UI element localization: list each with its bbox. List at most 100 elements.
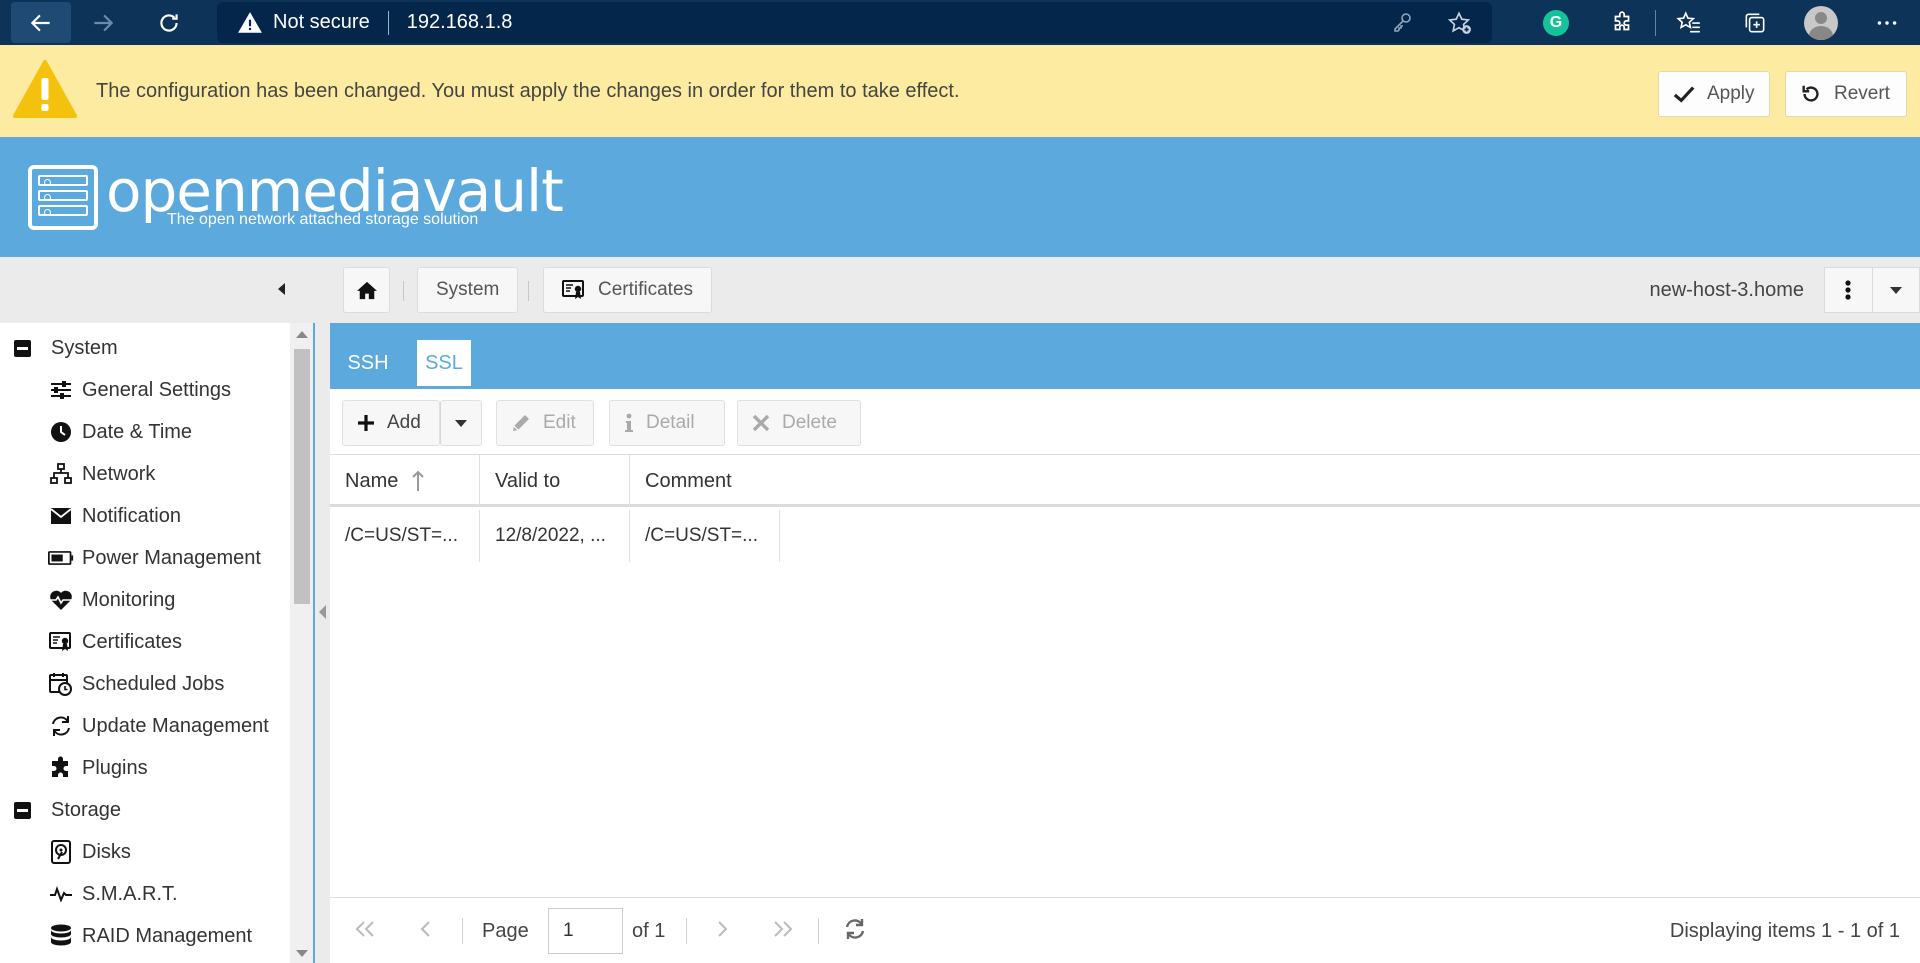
sidebar-item-disks[interactable]: Disks [48, 831, 131, 873]
browser-menu-button[interactable] [1854, 0, 1920, 45]
hostname-label: new-host-3.home [1649, 279, 1804, 301]
home-button[interactable] [343, 267, 390, 313]
database-icon [48, 924, 74, 948]
warning-icon [13, 60, 77, 118]
collapse-sidebar-icon[interactable] [272, 277, 292, 301]
add-favorite-icon[interactable] [1446, 10, 1472, 36]
detail-label: Detail [646, 412, 695, 433]
add-button[interactable]: Add [342, 400, 440, 446]
detail-button[interactable]: Detail [609, 400, 725, 446]
collections-button[interactable] [1722, 0, 1788, 45]
user-menu[interactable] [1824, 267, 1920, 313]
cell-comment: /C=US/ST=... [630, 510, 780, 562]
sidebar-item-network[interactable]: Network [48, 453, 155, 495]
sidebar-item-label: Update Management [82, 714, 269, 737]
sidebar-item-general-settings[interactable]: General Settings [48, 369, 231, 411]
certificate-icon [48, 630, 74, 654]
sidebar-item-raid-management[interactable]: RAID Management [48, 915, 252, 957]
add-dropdown-button[interactable] [440, 400, 482, 446]
first-page-button[interactable] [350, 914, 380, 944]
disk-icon [48, 840, 74, 864]
delete-button[interactable]: Delete [737, 400, 861, 446]
revert-button[interactable]: Revert [1785, 71, 1907, 117]
sidebar-splitter[interactable] [315, 323, 330, 963]
reload-button[interactable] [143, 0, 195, 45]
certificate-icon [562, 280, 584, 299]
caret-down-icon [1889, 287, 1902, 294]
chevron-right-icon [718, 921, 728, 937]
key-icon[interactable] [1390, 10, 1414, 34]
previous-page-button[interactable] [410, 914, 440, 944]
page-label: Page [482, 920, 529, 942]
apply-button[interactable]: Apply [1658, 71, 1770, 117]
scrollbar-thumb[interactable] [294, 349, 310, 604]
sort-ascending-icon [412, 470, 425, 491]
favorites-button[interactable] [1656, 0, 1722, 45]
apply-label: Apply [1707, 83, 1755, 104]
sidebar-item-monitoring[interactable]: Monitoring [48, 579, 175, 621]
sidebar-group-storage[interactable]: Storage [14, 789, 121, 831]
sidebar-item-scheduled-jobs[interactable]: Scheduled Jobs [48, 663, 224, 705]
info-icon [625, 413, 633, 432]
next-page-button[interactable] [708, 914, 738, 944]
pager-separator [686, 918, 687, 944]
sidebar-item-date-time[interactable]: Date & Time [48, 411, 192, 453]
undo-icon [1802, 85, 1819, 102]
column-header-name[interactable]: Name [330, 455, 480, 507]
double-chevron-left-icon [355, 921, 374, 937]
refresh-button[interactable] [840, 914, 870, 944]
battery-icon [48, 546, 74, 570]
home-icon [356, 281, 377, 300]
profile-button[interactable] [1788, 0, 1854, 45]
sidebar-item-label: Network [82, 462, 156, 485]
page-count-label: of 1 [632, 920, 666, 942]
sidebar-item-notification[interactable]: Notification [48, 495, 181, 537]
breadcrumb-separator [403, 281, 404, 301]
back-button[interactable] [11, 2, 71, 43]
sidebar-scrollbar[interactable] [290, 323, 313, 963]
scroll-down-icon[interactable] [296, 950, 308, 957]
breadcrumb-system[interactable]: System [417, 267, 519, 313]
forward-button[interactable] [77, 0, 129, 45]
table-row[interactable]: /C=US/ST=... 12/8/2022, ... /C=US/ST=... [330, 510, 780, 562]
calendar-clock-icon [48, 672, 74, 696]
pagination-bar: Page of 1 Displaying items 1 - 1 of 1 [330, 897, 1920, 963]
column-header-comment[interactable]: Comment [630, 455, 1920, 507]
kebab-icon [1845, 280, 1851, 300]
sidebar-group-label: Storage [51, 798, 122, 821]
browser-toolbar: Not secure 192.168.1.8 G [0, 0, 1920, 45]
sliders-icon [48, 378, 74, 402]
sidebar-item-power-management[interactable]: Power Management [48, 537, 261, 579]
collapse-arrow-icon[interactable] [319, 605, 326, 619]
delete-label: Delete [782, 412, 837, 433]
page-number-input[interactable] [548, 908, 623, 954]
sidebar-item-certificates[interactable]: Certificates [48, 621, 182, 663]
favorites-icon [1676, 10, 1700, 32]
sidebar-item-label: Monitoring [82, 588, 176, 611]
tab-ssh[interactable]: SSH [340, 338, 396, 388]
collapse-icon[interactable] [14, 801, 31, 819]
grammarly-extension[interactable]: G [1523, 0, 1589, 45]
collapse-icon[interactable] [14, 339, 31, 357]
sidebar-group-label: System [51, 336, 118, 359]
edit-button[interactable]: Edit [496, 400, 594, 446]
last-page-button[interactable] [768, 914, 798, 944]
grid-toolbar: Add Edit Detail Delete [330, 389, 1920, 455]
sidebar-item-plugins[interactable]: Plugins [48, 747, 148, 789]
tab-ssl[interactable]: SSL [415, 338, 473, 388]
breadcrumb-certificates[interactable]: Certificates [543, 267, 713, 313]
breadcrumb-certificates-label: Certificates [598, 279, 694, 300]
kebab-menu-button[interactable] [1825, 268, 1872, 312]
sidebar-item-label: Notification [82, 504, 181, 527]
sidebar-item-label: Power Management [82, 546, 261, 569]
breadcrumb: System Certificates new-host-3.home [0, 257, 1920, 323]
extensions-button[interactable] [1589, 0, 1655, 45]
menu-dropdown-button[interactable] [1871, 268, 1920, 312]
sidebar-item-update-management[interactable]: Update Management [48, 705, 269, 747]
address-bar[interactable]: Not secure 192.168.1.8 [217, 2, 1492, 43]
edit-label: Edit [543, 412, 576, 433]
scroll-up-icon[interactable] [296, 331, 308, 338]
sidebar-group-system[interactable]: System [14, 327, 118, 369]
column-header-valid-to[interactable]: Valid to [480, 455, 630, 507]
sidebar-item-smart[interactable]: S.M.A.R.T. [48, 873, 178, 915]
